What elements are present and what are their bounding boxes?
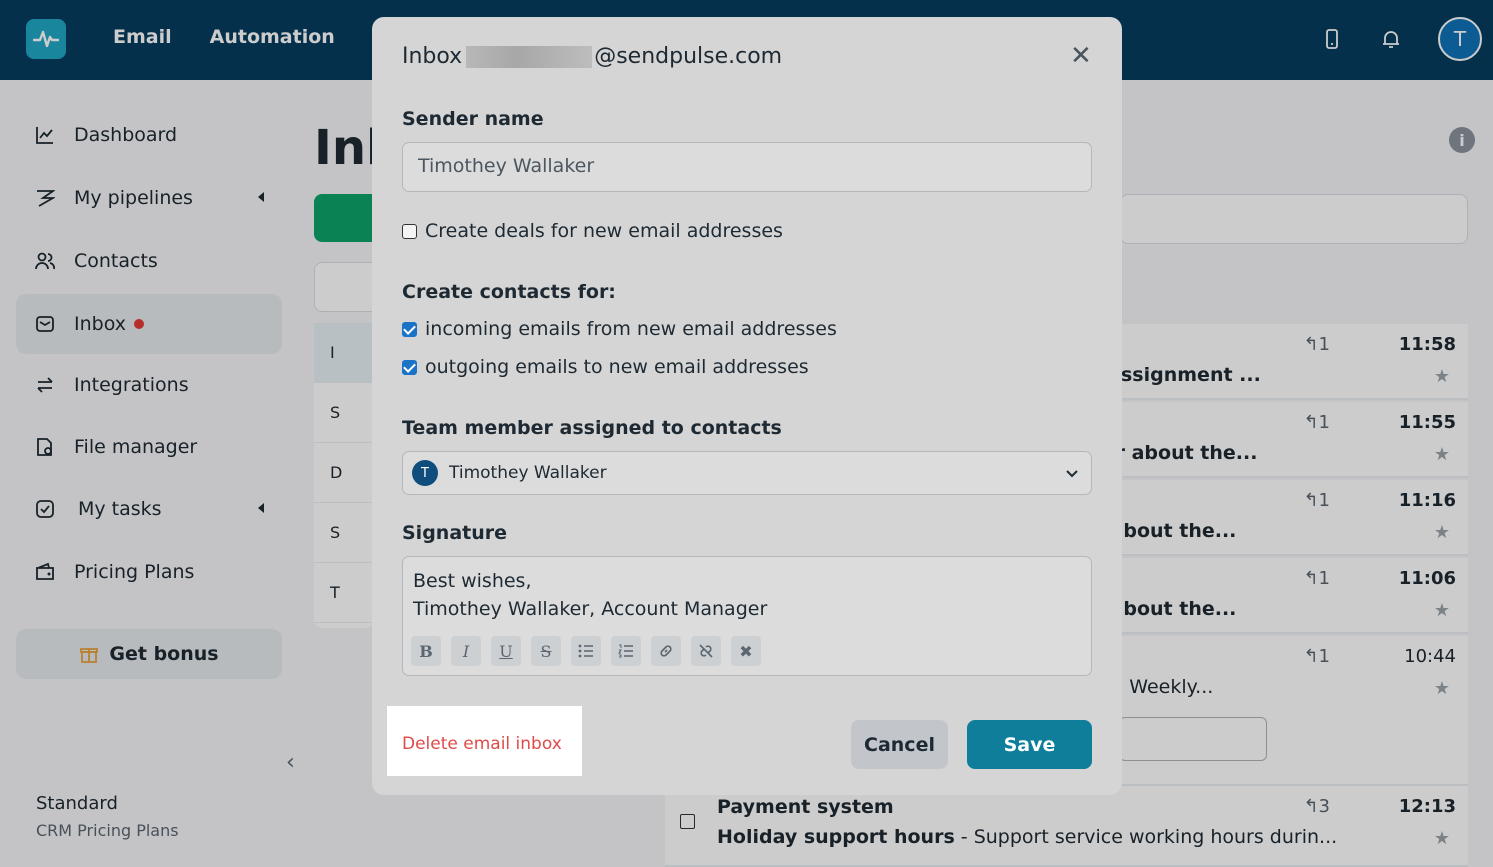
create-contacts-label: Create contacts for:	[402, 281, 616, 303]
team-member-select[interactable]: T Timothey Wallaker	[402, 451, 1092, 495]
close-icon[interactable]: ✕	[1070, 41, 1092, 71]
signature-editor[interactable]: Best wishes, Timothey Wallaker, Account …	[402, 556, 1092, 676]
team-member-label: Team member assigned to contacts	[402, 417, 782, 439]
inbox-settings-modal: Inbox @sendpulse.com ✕ Sender name Timot…	[372, 17, 1122, 795]
incoming-row[interactable]: incoming emails from new email addresses	[402, 318, 837, 340]
redacted-email	[466, 45, 593, 68]
signature-line: Best wishes,	[413, 570, 532, 592]
create-deals-row[interactable]: Create deals for new email addresses	[402, 220, 783, 242]
strikethrough-icon[interactable]: S	[531, 636, 561, 666]
signature-text[interactable]: Best wishes, Timothey Wallaker, Account …	[413, 567, 767, 623]
bold-icon[interactable]: B	[411, 636, 441, 666]
numbered-list-icon[interactable]	[611, 636, 641, 666]
create-deals-label: Create deals for new email addresses	[425, 220, 783, 242]
create-deals-checkbox[interactable]	[402, 223, 417, 239]
cancel-button[interactable]: Cancel	[851, 720, 948, 769]
outgoing-row[interactable]: outgoing emails to new email addresses	[402, 356, 809, 378]
signature-line: Timothey Wallaker, Account Manager	[413, 598, 768, 620]
link-icon[interactable]	[651, 636, 681, 666]
modal-title-suffix: @sendpulse.com	[594, 44, 783, 69]
outgoing-label: outgoing emails to new email addresses	[425, 356, 809, 378]
delete-highlight: Delete email inbox	[387, 706, 582, 776]
italic-icon[interactable]: I	[451, 636, 481, 666]
underline-icon[interactable]: U	[491, 636, 521, 666]
delete-inbox-link[interactable]: Delete email inbox	[402, 734, 562, 754]
avatar: T	[412, 460, 438, 486]
incoming-label: incoming emails from new email addresses	[425, 318, 837, 340]
chevron-down-icon	[1065, 465, 1079, 485]
modal-title: Inbox @sendpulse.com	[402, 44, 782, 69]
incoming-checkbox[interactable]	[402, 321, 417, 337]
sender-name-input[interactable]: Timothey Wallaker	[402, 142, 1092, 192]
unlink-icon[interactable]	[691, 636, 721, 666]
clear-format-icon[interactable]: ✖	[731, 636, 761, 666]
team-member-value: Timothey Wallaker	[449, 463, 607, 483]
editor-toolbar: B I U S ✖	[411, 636, 761, 666]
sender-name-label: Sender name	[402, 108, 544, 130]
modal-title-prefix: Inbox	[402, 44, 463, 69]
signature-label: Signature	[402, 522, 508, 544]
outgoing-checkbox[interactable]	[402, 359, 417, 375]
bullet-list-icon[interactable]	[571, 636, 601, 666]
save-button[interactable]: Save	[967, 720, 1092, 769]
